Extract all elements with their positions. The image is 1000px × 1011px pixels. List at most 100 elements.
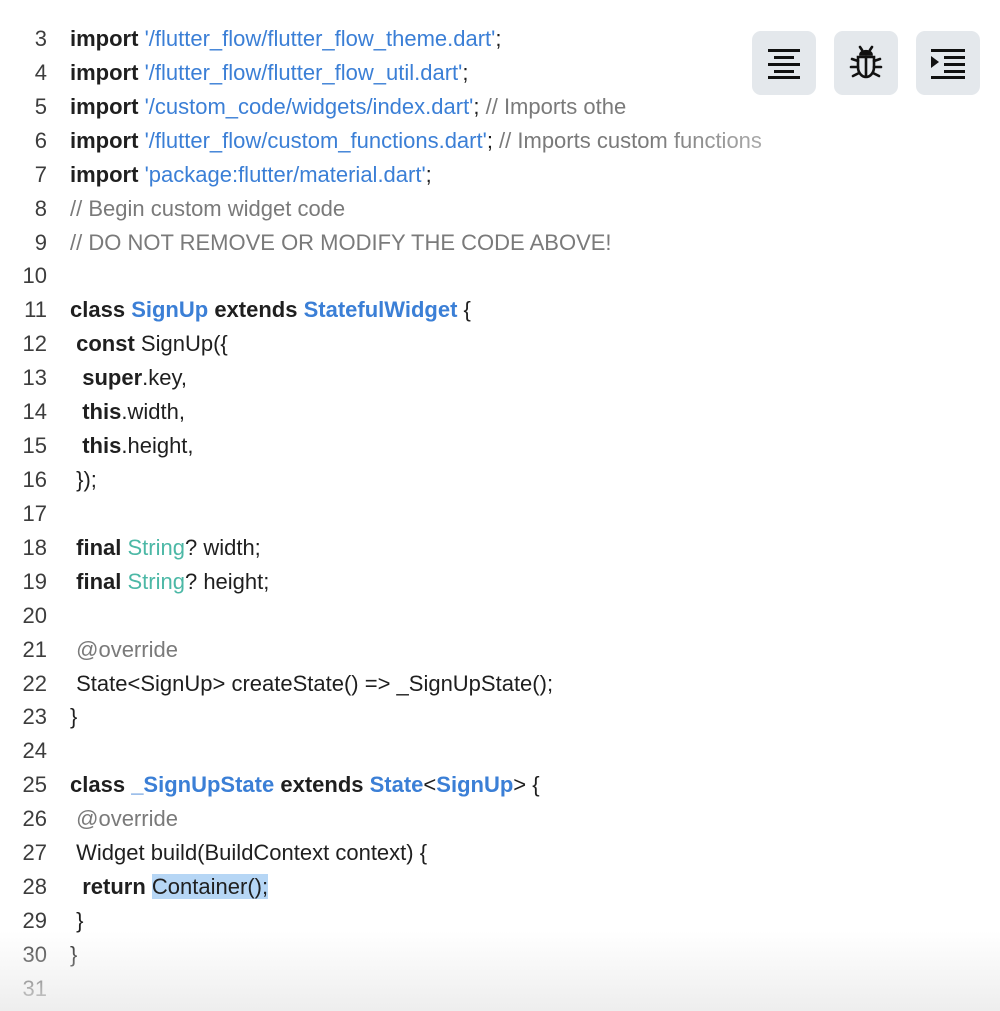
line-code[interactable]: @override	[70, 633, 178, 667]
code-token: final	[76, 534, 122, 560]
code-line[interactable]: 20	[0, 599, 1000, 633]
code-line[interactable]: 23}	[0, 700, 1000, 734]
code-token: SignUp	[436, 772, 514, 798]
code-token: ;	[462, 59, 469, 85]
code-token: String	[127, 534, 185, 560]
line-number: 29	[22, 907, 47, 933]
code-line[interactable]: 6 import '/flutter_flow/custom_functions.…	[0, 124, 1000, 158]
code-token: String	[127, 568, 185, 594]
line-number: 21	[22, 636, 47, 662]
line-code[interactable]: import '/flutter_flow/custom_functions.d…	[70, 124, 762, 158]
code-token: .height,	[121, 433, 194, 459]
line-code[interactable]: const SignUp({	[70, 327, 228, 361]
line-code[interactable]: final String? height;	[70, 565, 269, 599]
line-code[interactable]: import 'package:flutter/material.dart';	[70, 158, 432, 192]
code-line[interactable]: 8 // Begin custom widget code	[0, 192, 1000, 226]
code-line[interactable]: 9 // DO NOT REMOVE OR MODIFY THE CODE ABO…	[0, 226, 1000, 260]
code-token: // DO NOT REMOVE OR MODIFY THE CODE ABOV…	[70, 229, 612, 255]
code-line[interactable]: 21 @override	[0, 633, 1000, 667]
line-code[interactable]: }	[70, 700, 77, 734]
line-number: 30	[22, 941, 47, 967]
line-number: 13	[22, 365, 47, 391]
code-line[interactable]: 26 @override	[0, 802, 1000, 836]
line-number: 6	[34, 127, 47, 153]
code-token: SignUp	[131, 297, 209, 323]
code-line[interactable]: 14 this.width,	[0, 395, 1000, 429]
code-line[interactable]: 30}	[0, 938, 1000, 972]
code-line[interactable]: 31	[0, 972, 1000, 1006]
code-line[interactable]: 27 Widget build(BuildContext context) {	[0, 836, 1000, 870]
code-token: @override	[76, 636, 178, 662]
line-code[interactable]: @override	[70, 802, 178, 836]
code-token: .key,	[142, 365, 187, 391]
line-code[interactable]: import '/custom_code/widgets/index.dart'…	[70, 90, 626, 124]
code-line[interactable]: 19 final String? height;	[0, 565, 1000, 599]
line-number: 10	[22, 263, 47, 289]
indent-button[interactable]	[916, 31, 980, 95]
code-line[interactable]: 16 });	[0, 463, 1000, 497]
line-number: 24	[22, 738, 47, 764]
indent-icon	[931, 49, 965, 79]
code-token: const	[76, 331, 135, 357]
bug-icon	[849, 45, 883, 79]
code-token: // Imports custom functions	[499, 127, 762, 153]
code-line[interactable]: 24	[0, 734, 1000, 768]
code-line[interactable]: 22 State<SignUp> createState() => _SignU…	[0, 667, 1000, 701]
code-line[interactable]: 10	[0, 259, 1000, 293]
line-code[interactable]: Widget build(BuildContext context) {	[70, 836, 427, 870]
code-token: extends	[214, 297, 298, 323]
code-editor[interactable]: 3 import '/flutter_flow/flutter_flow_them…	[0, 22, 1000, 1006]
line-number: 23	[22, 704, 47, 730]
code-line[interactable]: 13 super.key,	[0, 361, 1000, 395]
line-code[interactable]: this.height,	[70, 429, 194, 463]
code-token: // Imports othe	[485, 93, 627, 119]
line-code[interactable]: class _SignUpState extends State<SignUp>…	[70, 768, 540, 802]
line-code[interactable]: return Container();	[70, 870, 269, 904]
line-code[interactable]: // DO NOT REMOVE OR MODIFY THE CODE ABOV…	[70, 226, 612, 260]
line-number: 11	[24, 297, 47, 323]
code-line[interactable]: 28 return Container();	[0, 870, 1000, 904]
code-token: SignUp({	[134, 331, 228, 357]
line-number: 3	[34, 26, 47, 51]
editor-toolbar	[752, 31, 980, 95]
line-code[interactable]: super.key,	[70, 361, 187, 395]
line-code[interactable]: import '/flutter_flow/flutter_flow_theme…	[70, 22, 502, 56]
code-line[interactable]: 11 class SignUp extends StatefulWidget {	[0, 293, 1000, 327]
line-code[interactable]: class SignUp extends StatefulWidget {	[70, 293, 471, 327]
code-line[interactable]: 17	[0, 497, 1000, 531]
line-number: 25	[22, 772, 47, 798]
code-line[interactable]: 12 const SignUp({	[0, 327, 1000, 361]
code-line[interactable]: 18 final String? width;	[0, 531, 1000, 565]
code-token: class	[70, 297, 126, 323]
line-code[interactable]: });	[70, 463, 97, 497]
line-code[interactable]: // Begin custom widget code	[70, 192, 345, 226]
code-line[interactable]: 29 }	[0, 904, 1000, 938]
code-token: '/flutter_flow/custom_functions.dart'	[144, 127, 487, 153]
debug-button[interactable]	[834, 31, 898, 95]
line-number: 26	[22, 806, 47, 832]
format-code-button[interactable]	[752, 31, 816, 95]
code-token: > {	[513, 772, 540, 798]
line-number: 4	[34, 59, 47, 85]
line-code[interactable]: State<SignUp> createState() => _SignUpSt…	[70, 667, 553, 701]
code-token: ;	[495, 26, 502, 51]
line-code[interactable]: import '/flutter_flow/flutter_flow_util.…	[70, 56, 468, 90]
code-token: }	[70, 704, 78, 730]
code-line[interactable]: 7 import 'package:flutter/material.dart';	[0, 158, 1000, 192]
code-token: });	[70, 466, 97, 492]
line-code[interactable]: }	[70, 938, 77, 972]
line-code[interactable]: final String? width;	[70, 531, 261, 565]
code-token: .width,	[121, 399, 185, 425]
code-token: ? height;	[184, 568, 270, 594]
line-number: 22	[22, 670, 47, 696]
line-number: 18	[22, 534, 47, 560]
line-number: 20	[22, 602, 47, 628]
code-line[interactable]: 25 class _SignUpState extends State<SignU…	[0, 768, 1000, 802]
line-code[interactable]: }	[70, 904, 83, 938]
line-number: 12	[22, 331, 47, 357]
line-number: 5	[34, 93, 47, 119]
code-line[interactable]: 15 this.height,	[0, 429, 1000, 463]
line-code[interactable]: this.width,	[70, 395, 185, 429]
